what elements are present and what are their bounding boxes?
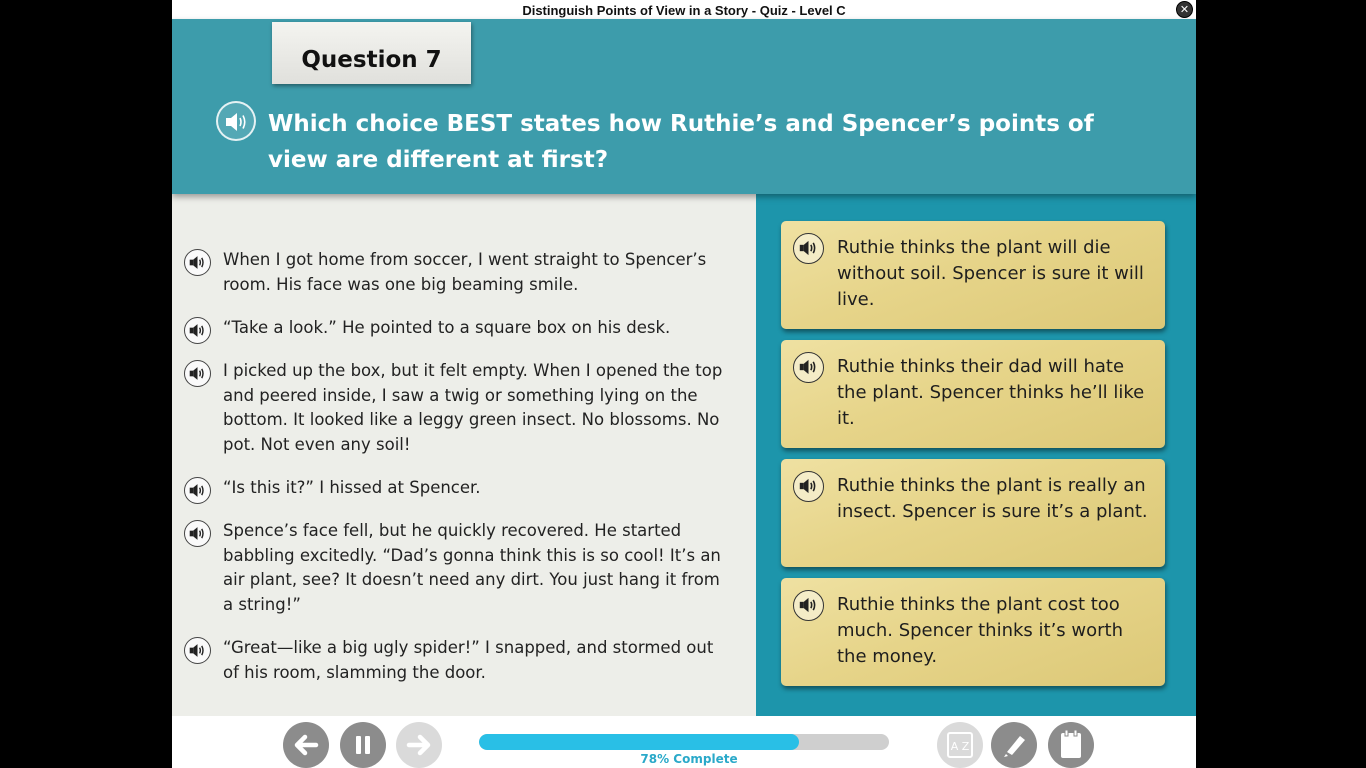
title-bar: Distinguish Points of View in a Story - … <box>172 0 1196 19</box>
glossary-glyph: A Z <box>951 740 970 753</box>
passage-paragraph: When I got home from soccer, I went stra… <box>184 248 724 297</box>
back-arrow-icon <box>294 734 319 756</box>
paragraph-text: “Is this it?” I hissed at Spencer. <box>223 478 481 497</box>
window-title: Distinguish Points of View in a Story - … <box>522 3 846 18</box>
passage-panel: When I got home from soccer, I went stra… <box>172 194 756 716</box>
speaker-icon <box>189 256 204 269</box>
paragraph-audio-button[interactable] <box>184 477 211 504</box>
answer-choice[interactable]: Ruthie thinks their dad will hate the pl… <box>781 340 1165 448</box>
question-number-label: Question 7 <box>272 22 471 84</box>
question-text: Which choice BEST states how Ruthie’s an… <box>268 111 1094 173</box>
answer-text: Ruthie thinks the plant cost too much. S… <box>837 594 1123 667</box>
answer-audio-button[interactable] <box>793 590 824 621</box>
speaker-icon <box>189 484 204 497</box>
progress-bar <box>479 734 889 750</box>
answer-choice[interactable]: Ruthie thinks the plant will die without… <box>781 221 1165 329</box>
quiz-window: Distinguish Points of View in a Story - … <box>172 0 1196 768</box>
answer-audio-button[interactable] <box>793 233 824 264</box>
paragraph-text: “Great—like a big ugly spider!” I snappe… <box>223 638 714 682</box>
speaker-icon <box>226 113 246 131</box>
speaker-icon <box>189 527 204 540</box>
speaker-icon <box>189 644 204 657</box>
pause-button[interactable] <box>340 722 386 768</box>
progress-fill <box>479 734 799 750</box>
speaker-icon <box>189 324 204 337</box>
glossary-icon: A Z <box>947 732 973 758</box>
answer-audio-button[interactable] <box>793 352 824 383</box>
question-header: Question 7 Which choice BEST states how … <box>172 19 1196 194</box>
paragraph-audio-button[interactable] <box>184 520 211 547</box>
notepad-icon <box>1061 729 1081 758</box>
paragraph-text: When I got home from soccer, I went stra… <box>223 250 707 294</box>
answer-text: Ruthie thinks the plant is really an ins… <box>837 475 1148 522</box>
answer-text: Ruthie thinks their dad will hate the pl… <box>837 356 1145 429</box>
speaker-icon <box>799 240 816 256</box>
answer-text: Ruthie thinks the plant will die without… <box>837 237 1144 310</box>
question-audio-button[interactable] <box>216 101 256 141</box>
highlighter-icon <box>1004 736 1025 757</box>
paragraph-audio-button[interactable] <box>184 360 211 387</box>
speaker-icon <box>799 478 816 494</box>
progress-label: 78% Complete <box>640 752 738 766</box>
paragraph-text: I picked up the box, but it felt empty. … <box>223 361 723 454</box>
passage-paragraph: “Is this it?” I hissed at Spencer. <box>184 476 724 504</box>
speaker-icon <box>799 359 816 375</box>
paragraph-audio-button[interactable] <box>184 249 211 276</box>
notepad-button[interactable] <box>1048 722 1094 768</box>
close-icon: ✕ <box>1179 3 1190 16</box>
paragraph-text: Spence’s face fell, but he quickly recov… <box>223 521 721 614</box>
speaker-icon <box>799 597 816 613</box>
pause-icon <box>356 736 370 754</box>
footer-toolbar: 78% Complete A Z <box>172 716 1196 768</box>
glossary-button[interactable]: A Z <box>937 722 983 768</box>
highlighter-button[interactable] <box>991 722 1037 768</box>
passage-paragraph: I picked up the box, but it felt empty. … <box>184 359 724 457</box>
forward-arrow-icon <box>406 734 431 756</box>
answer-choice[interactable]: Ruthie thinks the plant is really an ins… <box>781 459 1165 567</box>
answer-choice[interactable]: Ruthie thinks the plant cost too much. S… <box>781 578 1165 686</box>
speaker-icon <box>189 367 204 380</box>
paragraph-audio-button[interactable] <box>184 637 211 664</box>
next-button[interactable] <box>396 722 442 768</box>
answer-audio-button[interactable] <box>793 471 824 502</box>
passage-paragraph: Spence’s face fell, but he quickly recov… <box>184 519 724 617</box>
paragraph-text: “Take a look.” He pointed to a square bo… <box>223 318 671 337</box>
back-button[interactable] <box>283 722 329 768</box>
paragraph-audio-button[interactable] <box>184 317 211 344</box>
passage-paragraph: “Great—like a big ugly spider!” I snappe… <box>184 636 724 685</box>
answer-choices-panel: Ruthie thinks the plant will die without… <box>756 194 1196 716</box>
close-button[interactable]: ✕ <box>1176 1 1193 18</box>
passage-paragraph: “Take a look.” He pointed to a square bo… <box>184 316 724 344</box>
